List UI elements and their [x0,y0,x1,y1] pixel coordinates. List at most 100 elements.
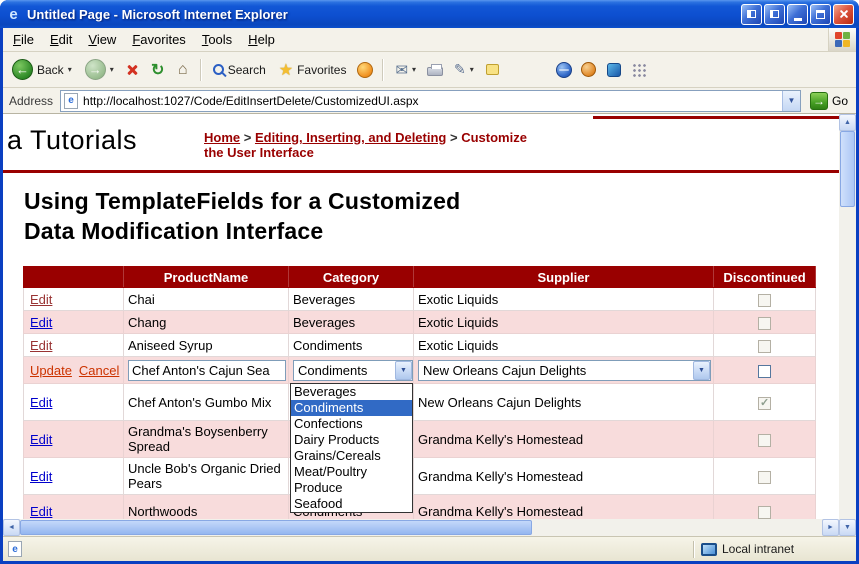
discuss-button[interactable] [482,59,504,81]
breadcrumb-section-link[interactable]: Editing, Inserting, and Deleting [255,130,446,145]
address-input[interactable]: e http://localhost:1027/Code/EditInsertD… [60,90,801,112]
header-actions [24,267,124,288]
cell-product-name: Grandma's Boysenberry Spread [124,421,289,458]
maximize-button[interactable] [810,4,831,25]
addon-button-1[interactable] [553,59,575,81]
address-label: Address [7,94,55,108]
product-name-input[interactable] [128,360,286,381]
toolbar: ← Back ▾ → ▾ ↻ ⌂ Search ★ Favorites ✉ ▾ … [3,52,856,88]
home-button[interactable]: ⌂ [172,59,194,81]
window-extra-button-1[interactable] [741,4,762,25]
address-dropdown-button[interactable]: ▼ [782,91,800,111]
refresh-button[interactable]: ↻ [147,59,169,81]
dropdown-option-selected[interactable]: Condiments [291,400,412,416]
cell-product-name: Chai [124,288,289,311]
menu-tools[interactable]: Tools [194,29,240,50]
update-link[interactable]: Update [30,363,72,378]
forward-icon: → [85,59,106,80]
horizontal-scroll-thumb[interactable] [20,520,532,535]
category-select-value: Condiments [294,363,395,378]
edit-button[interactable]: ✎ ▾ [449,59,479,80]
dots-grid-icon [632,63,646,77]
header-product-name: ProductName [124,267,289,288]
media-button[interactable] [354,59,376,81]
address-url[interactable]: http://localhost:1027/Code/EditInsertDel… [83,94,777,108]
edit-link[interactable]: Edit [30,504,52,519]
edit-link[interactable]: Edit [30,395,52,410]
back-chevron-icon: ▾ [68,65,72,74]
menu-favorites[interactable]: Favorites [124,29,193,50]
edit-link[interactable]: Edit [30,315,52,330]
media-icon [357,62,373,78]
minimize-button[interactable] [787,4,808,25]
vertical-scroll-thumb[interactable] [840,131,855,207]
table-row: Edit Uncle Bob's Organic Dried Pears Gra… [24,458,816,495]
breadcrumb-home-link[interactable]: Home [204,130,240,145]
table-edit-row: Update Cancel Condiments ▼ New Orleans Ca… [24,357,816,384]
dropdown-option[interactable]: Produce [291,480,412,496]
menu-file[interactable]: File [5,29,42,50]
menu-edit[interactable]: Edit [42,29,80,50]
mail-chevron-icon: ▾ [412,65,416,74]
cell-product-name: Chang [124,311,289,334]
scroll-left-button[interactable]: ◄ [3,519,20,536]
security-zone: Local intranet [701,542,851,556]
panes-icon [747,10,756,18]
horizontal-scrollbar[interactable]: ◄ ► [3,519,839,536]
go-button[interactable]: → Go [806,92,852,110]
window-extra-button-2[interactable] [764,4,785,25]
document-icon: e [8,541,22,557]
edit-link[interactable]: Edit [30,338,52,353]
title-bar: e Untitled Page - Microsoft Internet Exp… [0,0,859,28]
close-button[interactable] [833,4,854,25]
discontinued-checkbox [758,506,771,519]
zone-label: Local intranet [722,542,794,556]
cell-supplier: Exotic Liquids [414,311,714,334]
mail-icon: ✉ [395,61,408,79]
menu-view[interactable]: View [80,29,124,50]
supplier-select[interactable]: New Orleans Cajun Delights ▼ [418,360,711,381]
edit-link[interactable]: Edit [30,469,52,484]
addon-button-2[interactable] [578,59,600,81]
dropdown-option[interactable]: Beverages [291,384,412,400]
cell-supplier: Exotic Liquids [414,334,714,357]
search-button[interactable]: Search [208,61,271,79]
cell-supplier: Grandma Kelly's Homestead [414,495,714,520]
windows-logo-icon [828,28,856,51]
search-label: Search [228,63,266,77]
minimize-icon [794,18,802,21]
scroll-right-button[interactable]: ► [822,519,839,536]
supplier-select-arrow-icon[interactable]: ▼ [693,361,710,380]
mail-button[interactable]: ✉ ▾ [390,59,421,81]
scroll-up-button[interactable]: ▲ [839,114,856,131]
dropdown-option[interactable]: Meat/Poultry [291,464,412,480]
edit-link[interactable]: Edit [30,292,52,307]
dropdown-option[interactable]: Dairy Products [291,432,412,448]
print-button[interactable] [424,59,446,81]
breadcrumb-separator: > [244,130,252,145]
cell-supplier: Exotic Liquids [414,288,714,311]
edit-link[interactable]: Edit [30,432,52,447]
addon-button-4[interactable] [628,59,650,81]
category-select[interactable]: Condiments ▼ [293,360,413,381]
dropdown-option[interactable]: Confections [291,416,412,432]
dropdown-option[interactable]: Grains/Cereals [291,448,412,464]
addon-button-3[interactable] [603,59,625,81]
favorites-button[interactable]: ★ Favorites [274,58,352,82]
forward-button[interactable]: → ▾ [80,57,119,82]
cancel-link[interactable]: Cancel [79,363,119,378]
scroll-down-button[interactable]: ▼ [839,519,856,536]
category-select-arrow-icon[interactable]: ▼ [395,361,412,380]
back-button[interactable]: ← Back ▾ [7,57,77,82]
stop-button[interactable] [122,59,144,81]
vertical-scrollbar[interactable]: ▲ ▼ [839,114,856,536]
globe-icon [556,62,572,78]
forward-chevron-icon: ▾ [110,65,114,74]
caption-buttons [741,4,854,25]
menu-help[interactable]: Help [240,29,283,50]
cell-category: Beverages [289,288,414,311]
dropdown-option[interactable]: Seafood [291,496,412,512]
discontinued-checkbox[interactable] [758,365,771,378]
breadcrumb-separator: > [450,130,458,145]
research-icon [581,62,596,77]
